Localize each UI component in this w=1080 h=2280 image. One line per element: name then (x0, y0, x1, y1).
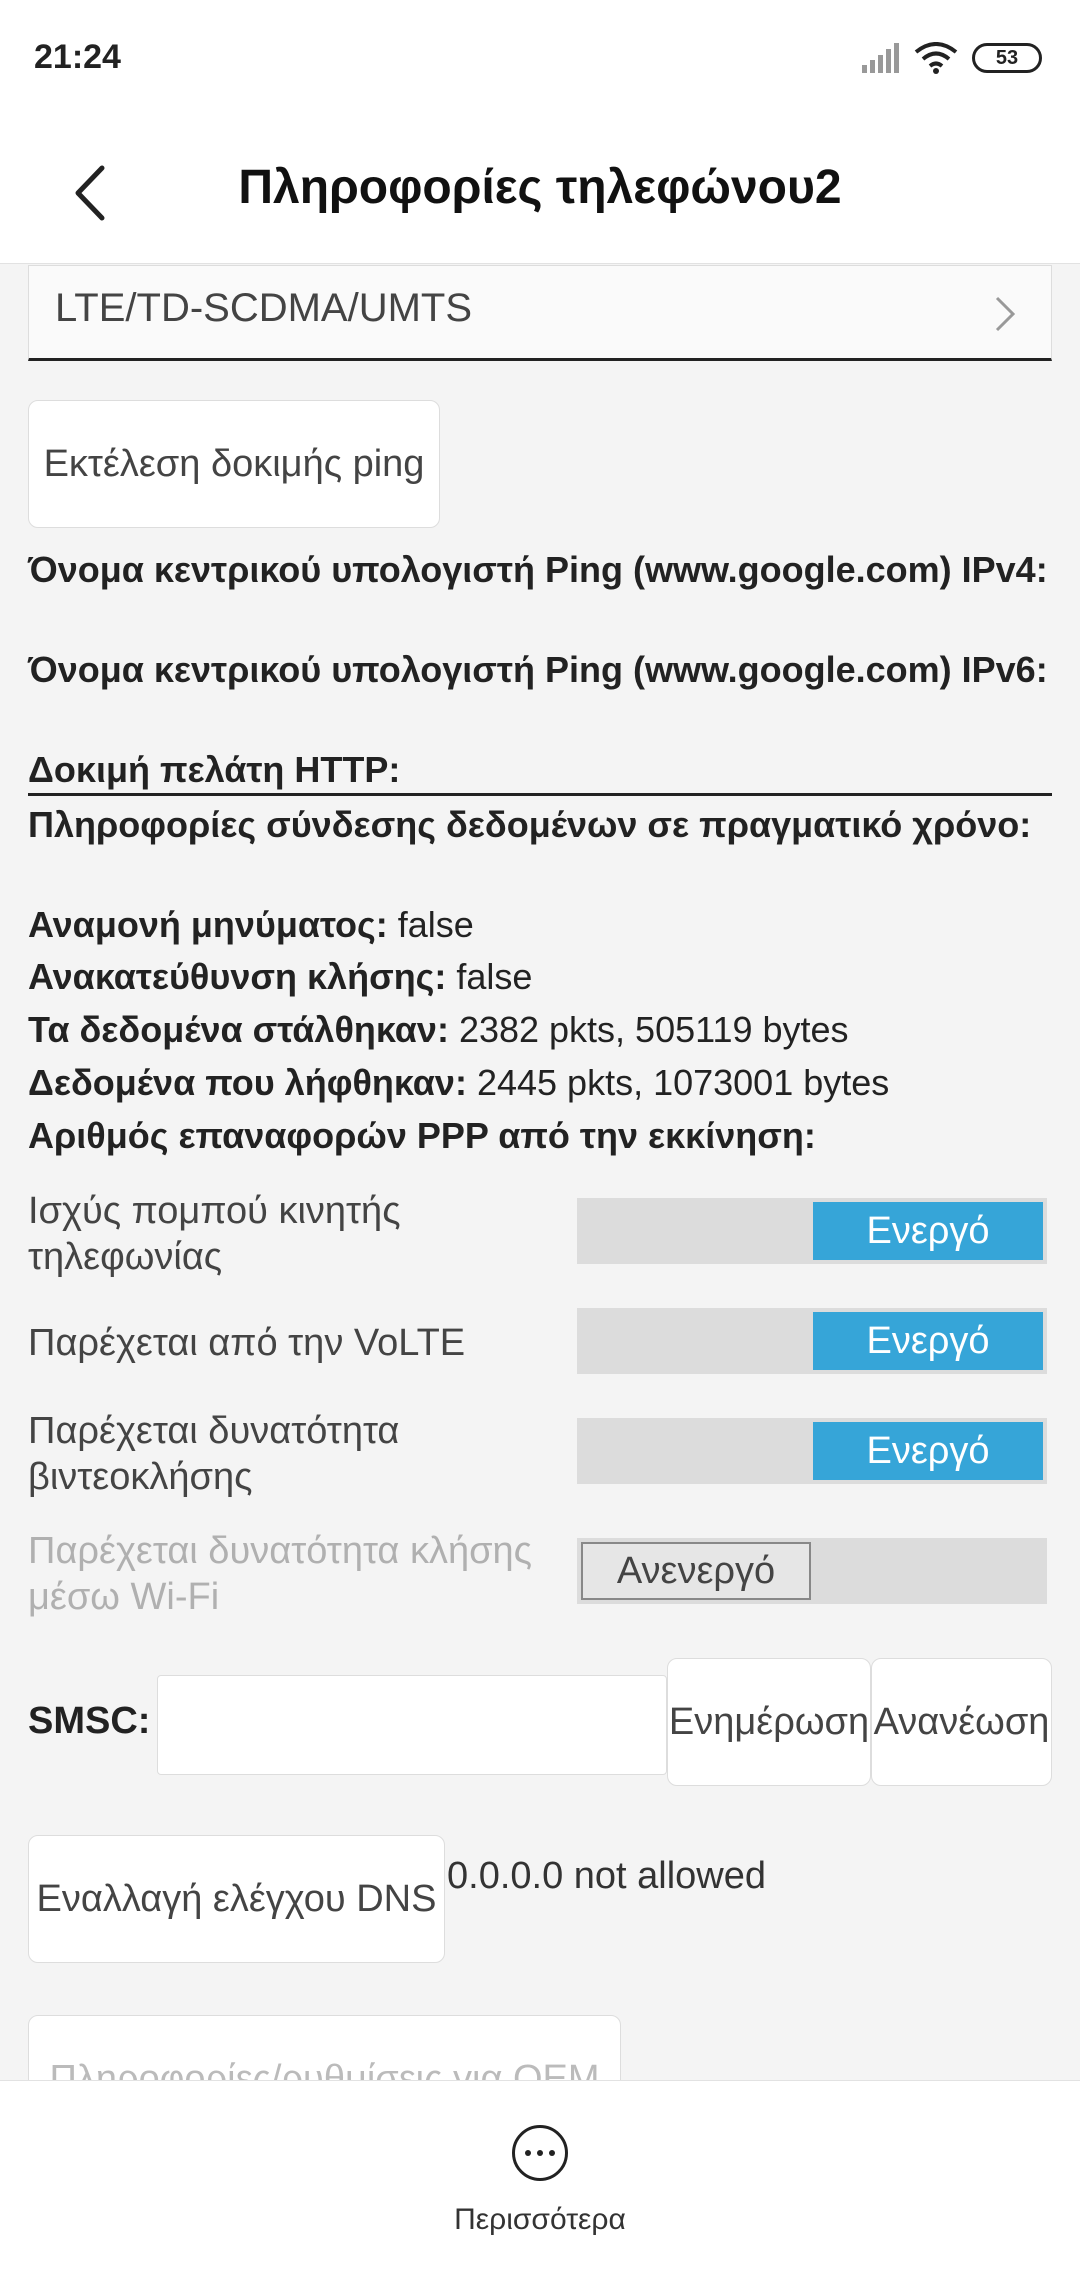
toggle-state: Ενεργό (813, 1312, 1043, 1370)
status-icons: 53 (860, 38, 1042, 78)
ppp-reset-count-row: Αριθμός επαναφορών PPP από την εκκίνηση: (28, 1115, 816, 1156)
message-waiting-row: Αναμονή μηνύματος: false (28, 904, 474, 945)
more-options-label[interactable]: Περισσότερα (0, 2203, 1080, 2237)
status-time: 21:24 (34, 38, 121, 76)
network-type-value: LTE/TD-SCDMA/UMTS (55, 286, 473, 330)
run-ping-test-button[interactable]: Εκτέλεση δοκιμής ping (28, 400, 440, 528)
more-options-icon[interactable] (512, 2125, 568, 2181)
section-divider (28, 793, 1052, 796)
data-sent-row: Τα δεδομένα στάλθηκαν: 2382 pkts, 505119… (28, 1009, 849, 1050)
toggle-state: Ενεργό (813, 1422, 1043, 1480)
bottom-bar: Περισσότερα (0, 2080, 1080, 2280)
page-title: Πληροφορίες τηλεφώνου2 (238, 161, 842, 214)
oem-settings-button[interactable]: Πληροφορίες/ρυθμίσεις για OEM (28, 2015, 621, 2080)
wifi-calling-provisioned-toggle[interactable]: Ανενεργό (577, 1538, 1047, 1604)
smsc-refresh-button[interactable]: Ανανέωση (871, 1658, 1052, 1786)
video-call-provisioned-toggle[interactable]: Ενεργό (577, 1418, 1047, 1484)
toggle-state: Ενεργό (813, 1202, 1043, 1260)
data-received-row: Δεδομένα που λήφθηκαν: 2445 pkts, 107300… (28, 1062, 890, 1103)
network-type-select[interactable]: LTE/TD-SCDMA/UMTS (28, 265, 1052, 361)
smsc-input[interactable] (157, 1675, 667, 1775)
http-client-test-label: Δοκιμή πελάτη HTTP: (28, 749, 401, 790)
realtime-data-info-label: Πληροφορίες σύνδεσης δεδομένων σε πραγμα… (28, 804, 1032, 845)
radio-power-label: Ισχύς πομπού κινητής τηλεφωνίας (28, 1190, 401, 1278)
call-redirect-row: Ανακατεύθυνση κλήσης: false (28, 956, 533, 997)
smsc-update-button[interactable]: Ενημέρωση (667, 1658, 871, 1786)
toggle-dns-check-button[interactable]: Εναλλαγή ελέγχου DNS (28, 1835, 445, 1963)
smsc-label: SMSC: (28, 1700, 151, 1742)
radio-power-toggle[interactable]: Ενεργό (577, 1198, 1047, 1264)
battery-level: 53 (995, 46, 1019, 69)
volte-provisioned-toggle[interactable]: Ενεργό (577, 1308, 1047, 1374)
wifi-calling-provisioned-label: Παρέχεται δυνατότητα κλήσης μέσω Wi-Fi (28, 1530, 532, 1618)
toggle-state: Ανενεργό (581, 1542, 811, 1600)
status-bar: 21:24 53 (0, 0, 1080, 120)
wifi-icon (914, 42, 958, 74)
ping-ipv6-label: Όνομα κεντρικού υπολογιστή Ping (www.goo… (28, 649, 1048, 690)
ping-ipv4-label: Όνομα κεντρικού υπολογιστή Ping (www.goo… (28, 549, 1048, 590)
volte-provisioned-label: Παρέχεται από την VoLTE (28, 1322, 466, 1364)
signal-icon (862, 43, 899, 73)
main-content: LTE/TD-SCDMA/UMTS Εκτέλεση δοκιμής ping … (0, 265, 1080, 2080)
app-header: Πληροφορίες τηλεφώνου2 (0, 120, 1080, 264)
chevron-right-icon (995, 296, 1016, 332)
video-call-provisioned-label: Παρέχεται δυνατότητα βιντεοκλήσης (28, 1410, 400, 1498)
dns-check-status: 0.0.0.0 not allowed (447, 1855, 767, 1897)
battery-icon: 53 (972, 43, 1042, 73)
